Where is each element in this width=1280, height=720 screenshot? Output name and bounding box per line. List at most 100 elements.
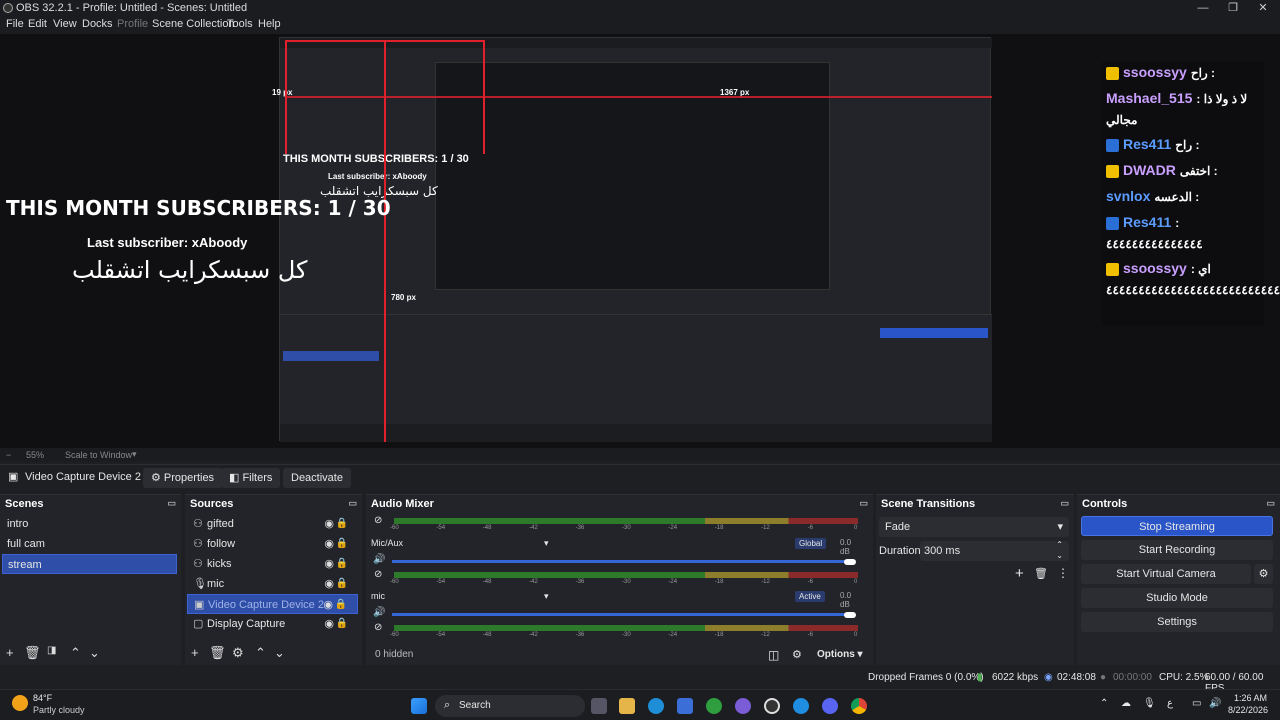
transition-select[interactable]: Fade ▾ [879,517,1069,537]
obs-taskbar-icon[interactable] [764,698,780,714]
remove-source-icon[interactable]: 🗑 [209,645,226,661]
source-item[interactable]: ⚇ follow ◉ 🔒 [187,534,358,554]
task-view-icon[interactable] [591,698,607,714]
lock-icon[interactable]: 🔒 [336,614,348,634]
filters-button[interactable]: ◧ Filters [221,468,281,488]
popout-icon[interactable]: ▭ [348,498,357,509]
popout-icon[interactable]: ▭ [167,498,176,509]
mixer-layout-icon[interactable]: ◫ [768,648,779,662]
channel-chevron-icon[interactable]: ▾ [544,538,549,549]
lock-icon[interactable]: 🔒 [336,554,348,574]
scene-item[interactable]: intro [2,514,177,534]
popout-icon[interactable]: ▭ [1266,498,1275,509]
menu-edit[interactable]: Edit [28,18,47,30]
transition-menu-icon[interactable]: ⋮ [1057,566,1069,580]
lock-icon[interactable]: 🔒 [336,574,348,594]
app-icon[interactable] [735,698,751,714]
close-button[interactable]: ✕ [1248,0,1278,16]
preview-canvas[interactable]: THIS MONTH SUBSCRIBERS: 1 / 30 Last subs… [0,34,1280,448]
weather-temp[interactable]: 84°F [33,693,52,703]
weather-desc[interactable]: Partly cloudy [33,705,85,715]
add-transition-icon[interactable]: + [1015,565,1024,582]
popout-icon[interactable]: ▭ [1060,498,1069,509]
file-explorer-icon[interactable] [619,698,635,714]
scene-item[interactable]: stream [2,554,177,574]
chevron-down-icon[interactable]: ▾ [132,449,137,460]
deactivate-button[interactable]: Deactivate [283,468,351,488]
move-up-icon[interactable]: ⌃ [255,645,266,661]
taskbar-search[interactable]: ⌕ Search [435,695,585,717]
source-item[interactable]: ▢ Display Capture ◉ 🔒 [187,614,358,634]
volume-slider[interactable] [392,560,852,563]
source-item[interactable]: ⚇ gifted ◉ 🔒 [187,514,358,534]
xbox-icon[interactable] [706,698,722,714]
source-item[interactable]: ▣ Video Capture Device 2 ◉ 🔒 [187,594,358,614]
clock-time[interactable]: 1:26 AM [1233,693,1267,703]
properties-button[interactable]: ⚙ Properties [143,468,223,488]
popout-icon[interactable]: ▭ [859,498,868,509]
remove-scene-icon[interactable]: 🗑 [24,645,41,661]
settings-button[interactable]: Settings [1081,612,1273,632]
scale-mode[interactable]: Scale to Window [65,450,132,460]
maximize-button[interactable]: ❐ [1218,0,1248,16]
menu-file[interactable]: File [6,18,24,30]
start-recording-button[interactable]: Start Recording [1081,540,1273,560]
stepper-icon[interactable]: ⌃ ⌄ [1056,539,1063,561]
visibility-eye-icon[interactable]: ◉ [324,554,334,574]
move-up-icon[interactable]: ⌃ [70,645,81,661]
scene-item[interactable]: full cam [2,534,177,554]
clock-date[interactable]: 8/22/2026 [1224,705,1268,715]
menu-docks[interactable]: Docks [82,18,113,30]
streamlabs-icon[interactable] [793,698,809,714]
channel-chevron-icon[interactable]: ▾ [544,591,549,602]
stop-streaming-button[interactable]: Stop Streaming [1081,516,1273,536]
monitor-icon[interactable]: ⊘ [374,622,382,633]
remove-transition-icon[interactable]: 🗑 [1034,567,1048,580]
duration-input[interactable]: 300 ms ⌃ ⌄ [920,539,1069,561]
cloud-icon[interactable]: ☁ [1121,698,1131,709]
menu-scene-collection[interactable]: Scene Collection [152,18,235,30]
zoom-out-icon[interactable]: − [6,450,11,460]
studio-mode-button[interactable]: Studio Mode [1081,588,1273,608]
tray-chevron-icon[interactable]: ⌃ [1100,698,1108,709]
start-menu-icon[interactable] [411,698,427,714]
visibility-eye-icon[interactable]: ◉ [324,614,334,634]
network-icon[interactable]: ▭ [1192,698,1201,709]
start-virtual-camera-button[interactable]: Start Virtual Camera [1081,564,1251,584]
volume-slider-knob[interactable] [844,558,856,565]
source-item[interactable]: ⚇ kicks ◉ 🔒 [187,554,358,574]
add-scene-icon[interactable]: + [6,645,14,660]
speaker-icon[interactable]: 🔊 [373,554,385,565]
lock-icon[interactable]: 🔒 [335,595,347,615]
mic-icon[interactable]: 🎙 [1143,698,1156,709]
volume-icon[interactable]: 🔊 [1209,698,1221,709]
discord-icon[interactable] [822,698,838,714]
chrome-icon[interactable] [851,698,867,714]
mixer-settings-icon[interactable]: ⚙ [792,648,802,661]
mixer-options-button[interactable]: Options ▾ [817,649,863,660]
menu-tools[interactable]: Tools [227,18,253,30]
lock-icon[interactable]: 🔒 [336,514,348,534]
move-down-icon[interactable]: ⌄ [274,645,285,661]
volume-slider[interactable] [392,613,852,616]
visibility-eye-icon[interactable]: ◉ [323,595,333,615]
monitor-icon[interactable]: ⊘ [374,569,382,580]
edge-icon[interactable] [648,698,664,714]
language-icon[interactable]: ع [1167,698,1173,709]
lock-icon[interactable]: 🔒 [336,534,348,554]
source-properties-icon[interactable]: ⚙ [232,645,244,661]
menu-view[interactable]: View [53,18,77,30]
speaker-icon[interactable]: 🔊 [373,607,385,618]
zoom-level[interactable]: 55% [26,450,44,460]
move-down-icon[interactable]: ⌄ [89,645,100,661]
source-item[interactable]: 🎙 mic ◉ 🔒 [187,574,358,594]
visibility-eye-icon[interactable]: ◉ [324,534,334,554]
add-source-icon[interactable]: + [191,645,199,660]
store-icon[interactable] [677,698,693,714]
volume-slider-knob[interactable] [844,611,856,618]
menu-profile[interactable]: Profile [117,18,148,30]
scene-filters-icon[interactable]: ◨ [47,645,56,656]
weather-icon[interactable] [12,695,28,711]
visibility-eye-icon[interactable]: ◉ [324,514,334,534]
visibility-eye-icon[interactable]: ◉ [324,574,334,594]
